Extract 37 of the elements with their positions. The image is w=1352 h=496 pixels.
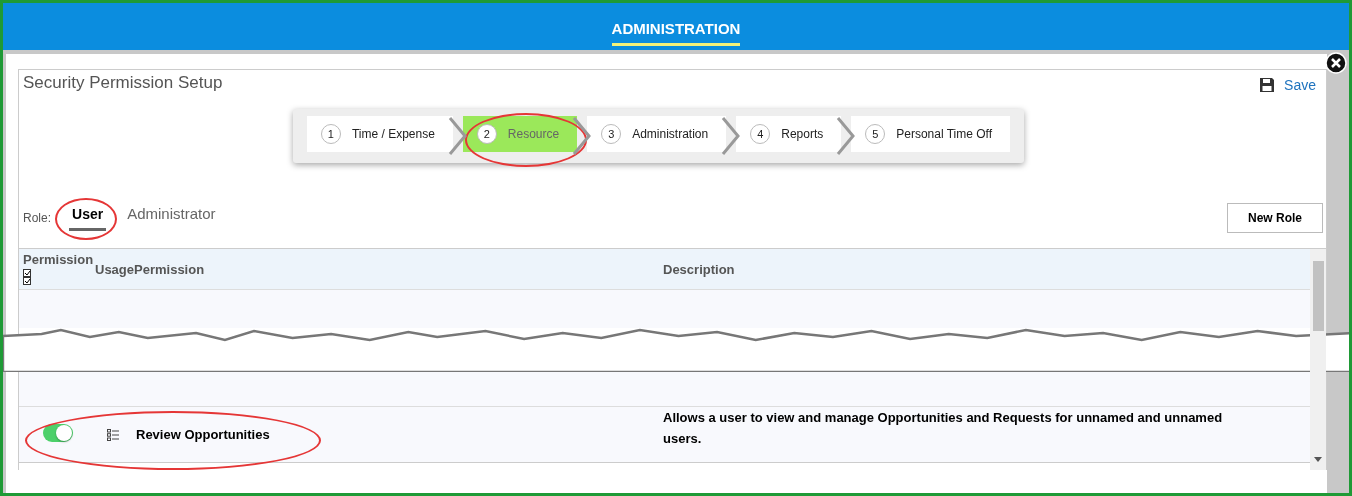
new-role-button[interactable]: New Role <box>1227 203 1323 233</box>
step-label: Time / Expense <box>351 127 435 141</box>
step-number: 1 <box>320 124 341 144</box>
column-header: Permission <box>23 252 95 267</box>
column-header: UsagePermission <box>95 261 206 277</box>
save-button[interactable]: Save <box>1259 73 1316 97</box>
step-label: Personal Time Off <box>896 127 993 141</box>
chevron-icon <box>835 116 858 156</box>
step-label: Resource <box>507 127 560 141</box>
step-label: Administration <box>632 127 709 141</box>
nav-tab[interactable]: ADMINISTRATION <box>611 20 741 46</box>
list-icon <box>107 428 119 441</box>
checkbox-icon <box>23 269 31 285</box>
role-label: Role: <box>23 211 51 227</box>
chevron-icon <box>571 116 594 156</box>
chevron-icon <box>720 116 743 156</box>
scrollbar-thumb[interactable] <box>1312 261 1324 331</box>
step-number: 5 <box>865 124 886 144</box>
wizard-step[interactable]: 5 Personal Time Off <box>851 116 1011 152</box>
step-label: Reports <box>781 127 824 141</box>
column-header: Description <box>663 261 736 277</box>
wizard-step[interactable]: 3 Administration <box>587 116 727 152</box>
wizard-step[interactable]: 2 Resource <box>462 116 578 152</box>
permission-description: Allows a user to view and manage Opportunities and Requests for unnamed and unnamed users. <box>663 409 1224 448</box>
step-number: 2 <box>476 124 497 144</box>
scrollbar[interactable] <box>1310 249 1326 470</box>
panel-title: Security Permission Setup <box>23 73 223 93</box>
role-tab[interactable]: Administrator <box>124 205 219 231</box>
wizard-step[interactable]: 4 Reports <box>736 116 842 152</box>
wizard-step[interactable]: 1 Time / Expense <box>306 116 453 152</box>
chevron-icon <box>446 116 469 156</box>
close-icon[interactable] <box>1325 52 1347 74</box>
scroll-down-icon[interactable] <box>1314 457 1322 462</box>
step-number: 3 <box>601 124 622 144</box>
step-number: 4 <box>750 124 771 144</box>
toggle-switch[interactable] <box>43 423 73 442</box>
permission-name: Review Opportunities <box>136 427 270 442</box>
